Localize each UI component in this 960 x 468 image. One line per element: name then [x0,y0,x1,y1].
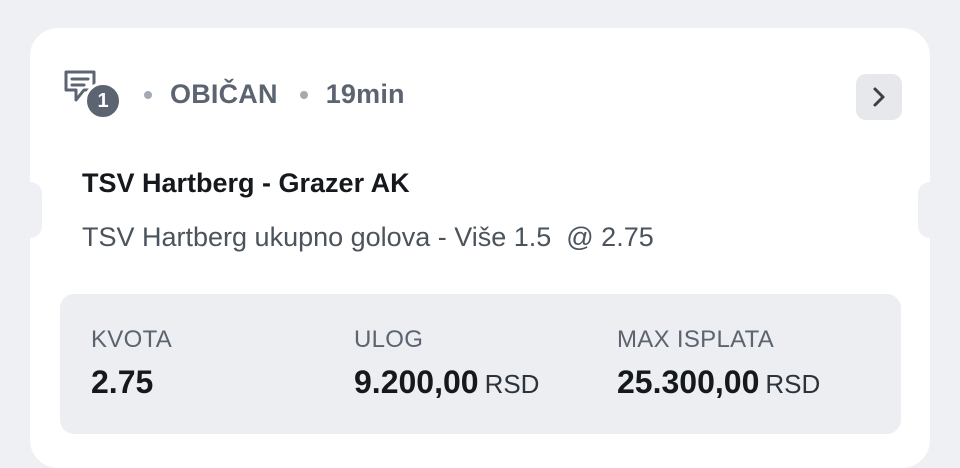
stake-column: ULOG 9.200,00 RSD [354,326,539,401]
payout-column: MAX ISPLATA 25.300,00 RSD [617,326,820,401]
payout-amount: 25.300,00 RSD [617,364,820,401]
card-notch-left [30,182,42,238]
chevron-right-icon [873,87,885,107]
ticket-icon: 1 [62,68,122,120]
odds-label: KVOTA [91,326,173,353]
separator-dot [299,91,308,99]
stake-value: 9.200,00 [354,364,479,400]
card-notch-right [918,182,930,238]
bet-selection: TSV Hartberg ukupno golova - Više 1.5 @ … [82,222,654,252]
stake-currency: RSD [484,369,540,399]
payout-label: MAX ISPLATA [617,326,775,353]
separator-dot [144,91,152,99]
ticket-header: 1 OBIČAN 19min [62,66,405,122]
open-ticket-button[interactable] [856,74,902,120]
ticket-time: 19min [325,78,405,109]
match-title: TSV Hartberg - Grazer AK [82,168,410,198]
payout-value: 25.300,00 [617,364,760,400]
payout-currency: RSD [765,369,821,399]
ticket-type: OBIČAN [170,78,278,109]
selection-count-badge: 1 [84,82,122,120]
stake-label: ULOG [354,326,424,353]
ticket-summary: KVOTA 2.75 ULOG 9.200,00 RSD MAX ISPLATA … [60,294,901,434]
stake-amount: 9.200,00 RSD [354,364,539,401]
odds-value: 2.75 [91,364,154,400]
odds-column: KVOTA 2.75 [91,326,172,401]
